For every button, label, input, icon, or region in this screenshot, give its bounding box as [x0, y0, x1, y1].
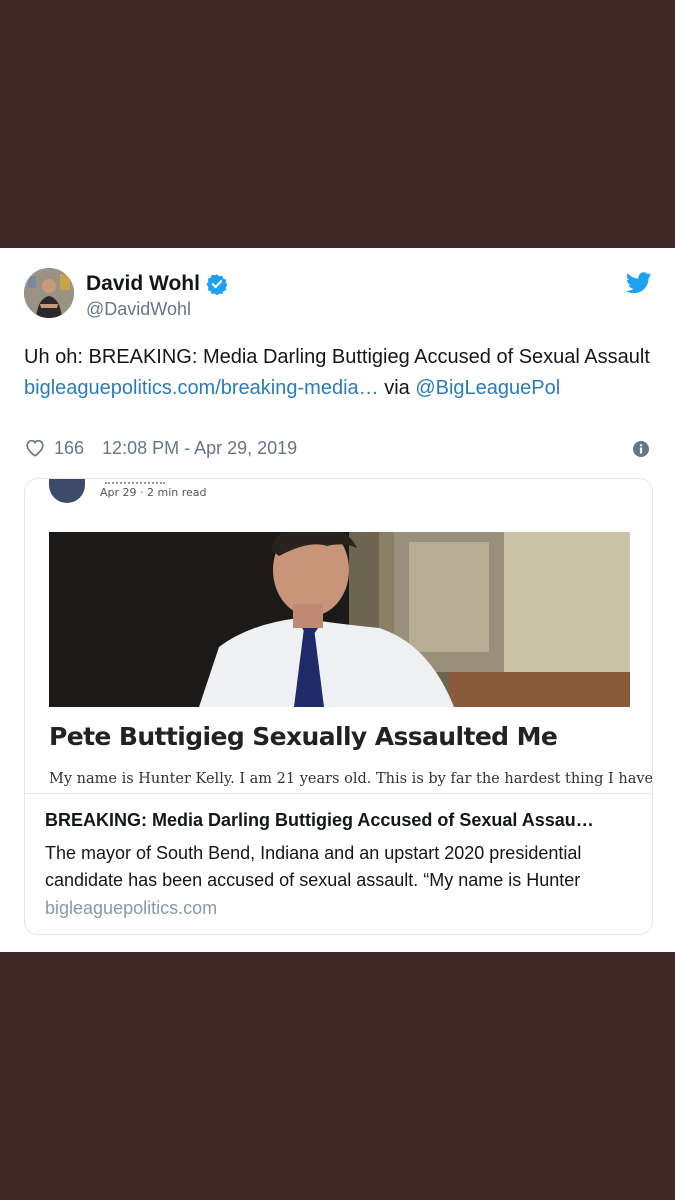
verified-badge-icon — [206, 274, 228, 295]
article-screenshot: Apr 29 · 2 min read Pete Buttigieg Sexua… — [25, 479, 652, 793]
cropped-author-text — [105, 479, 165, 484]
tweet-meta-row: 166 12:08 PM - Apr 29, 2019 — [24, 437, 297, 459]
card-domain: bigleaguepolitics.com — [45, 898, 218, 918]
mention-link[interactable]: @BigLeaguePol — [415, 377, 560, 399]
tweet-text-prefix: Uh oh: BREAKING: Media Darling Buttigieg… — [24, 346, 650, 368]
author-name-row: David Wohl — [86, 272, 228, 296]
like-count[interactable]: 166 — [54, 438, 84, 459]
card-divider — [25, 793, 652, 794]
tweet-text: Uh oh: BREAKING: Media Darling Buttigieg… — [24, 342, 654, 404]
article-photo — [49, 532, 630, 707]
article-date-meta: Apr 29 · 2 min read — [100, 486, 207, 499]
card-description: The mayor of South Bend, Indiana and an … — [45, 843, 582, 890]
author-name[interactable]: David Wohl — [86, 272, 200, 296]
card-title[interactable]: BREAKING: Media Darling Buttigieg Accuse… — [45, 810, 635, 831]
link-preview-card[interactable]: Apr 29 · 2 min read Pete Buttigieg Sexua… — [24, 478, 653, 935]
tweet-text-via: via — [378, 377, 416, 399]
heart-icon[interactable] — [24, 437, 46, 459]
article-author-avatar — [49, 479, 85, 503]
article-link[interactable]: bigleaguepolitics.com/breaking-media… — [24, 377, 379, 399]
twitter-bird-icon[interactable] — [626, 272, 652, 294]
article-excerpt: My name is Hunter Kelly. I am 21 years o… — [49, 771, 652, 787]
info-icon[interactable] — [633, 441, 649, 457]
tweet-timestamp[interactable]: 12:08 PM - Apr 29, 2019 — [102, 438, 297, 459]
avatar[interactable] — [24, 268, 74, 318]
author-handle[interactable]: @DavidWohl — [86, 299, 191, 320]
article-headline: Pete Buttigieg Sexually Assaulted Me — [49, 722, 558, 751]
